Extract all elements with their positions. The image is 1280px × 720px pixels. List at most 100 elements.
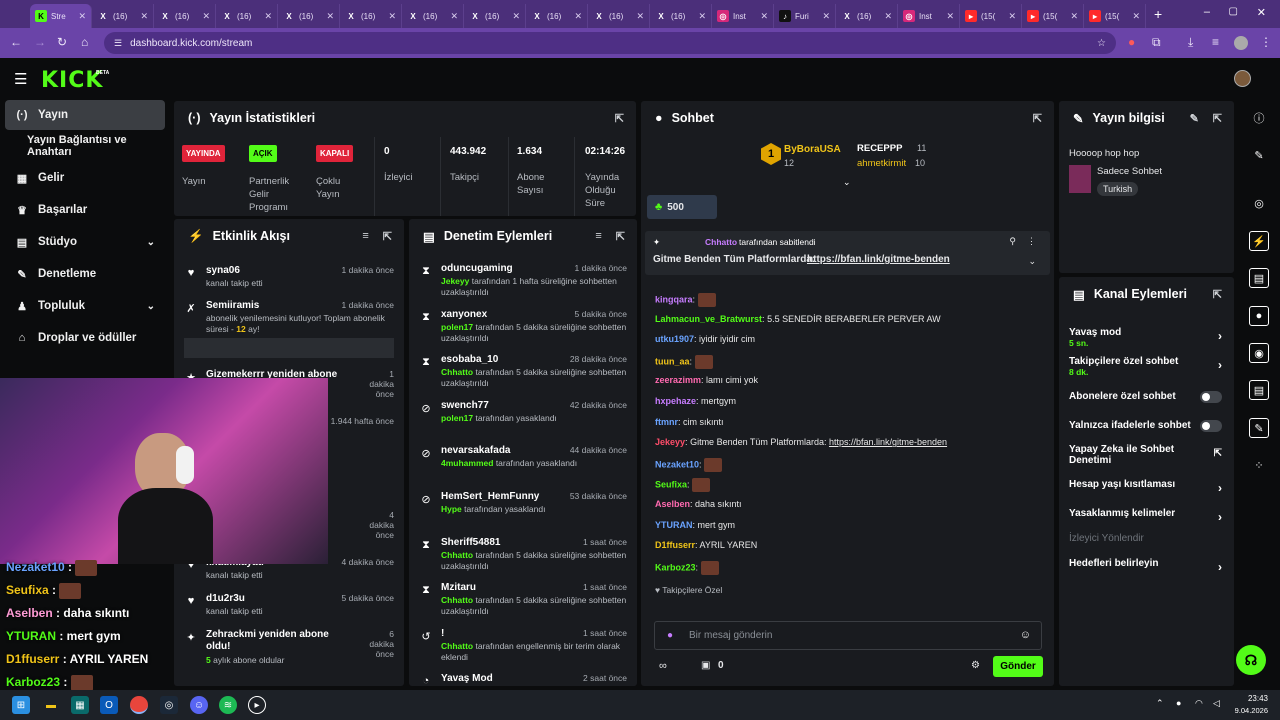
broadcast-shortcut-icon[interactable]: ◉ — [1249, 343, 1269, 363]
discord-icon[interactable]: ☺ — [190, 696, 208, 714]
browser-tab[interactable]: X (16) ✕ — [402, 4, 464, 28]
support-icon[interactable]: ☊ — [1236, 645, 1266, 675]
bookmark-star-icon[interactable]: ☆ — [1097, 38, 1106, 49]
browser-tab[interactable]: X (16) ✕ — [340, 4, 402, 28]
leader-name[interactable]: RECEPPP — [857, 143, 902, 154]
tools-shortcut-icon[interactable]: ✎ — [1249, 418, 1269, 438]
new-tab-button[interactable]: + — [1154, 6, 1162, 22]
chat-settings-icon[interactable]: ⚙ — [971, 660, 980, 671]
browser-tab[interactable]: ◎ Inst ✕ — [898, 4, 960, 28]
popout-icon[interactable]: ⇱ — [1213, 288, 1222, 301]
browser-tab[interactable]: ▸ (15(✕ — [960, 4, 1022, 28]
close-tab-icon[interactable]: ✕ — [636, 11, 644, 22]
chat-username[interactable]: Lahmacun_ve_Bratwurst — [655, 314, 762, 324]
chat-username[interactable]: Seufixa — [655, 480, 687, 490]
close-tab-icon[interactable]: ✕ — [884, 11, 892, 22]
chat-username[interactable]: zeerazimm — [655, 375, 701, 385]
sidebar-item-stream[interactable]: (·) Yayın — [5, 100, 165, 130]
filter-icon[interactable]: ≡ — [595, 230, 601, 243]
close-tab-icon[interactable]: ✕ — [760, 11, 768, 22]
close-tab-icon[interactable]: ✕ — [264, 11, 272, 22]
channel-shortcut-icon[interactable]: ▤ — [1249, 380, 1269, 400]
slow-mode-row[interactable]: Yavaş mod 5 sn. › — [1069, 327, 1222, 348]
outlook-icon[interactable]: O — [100, 696, 118, 714]
browser-tab[interactable]: X (16) ✕ — [216, 4, 278, 28]
chat-shortcut-icon[interactable]: ● — [1249, 306, 1269, 326]
chat-username[interactable]: Karboz23 — [655, 562, 696, 572]
back-icon[interactable]: ← — [10, 35, 22, 49]
ai-moderation-row[interactable]: Yapay Zeka ile Sohbet Denetimi ⇱ — [1069, 444, 1222, 466]
profile-avatar[interactable] — [1234, 36, 1248, 50]
chat-username[interactable]: hxpehaze — [655, 396, 696, 406]
window-close-button[interactable]: ✕ — [1257, 6, 1266, 19]
emote-chat-toggle[interactable] — [1200, 420, 1222, 432]
popout-icon[interactable]: ⇱ — [383, 230, 392, 243]
close-tab-icon[interactable]: ✕ — [450, 11, 458, 22]
close-tab-icon[interactable]: ✕ — [1008, 11, 1016, 22]
close-tab-icon[interactable]: ✕ — [946, 11, 954, 22]
pinned-by-user[interactable]: Chhatto — [705, 237, 737, 247]
browser-tab[interactable]: ♪ Furi ✕ — [774, 4, 836, 28]
goal-progress[interactable]: ♣ 500 — [647, 195, 717, 219]
close-tab-icon[interactable]: ✕ — [140, 11, 148, 22]
popout-icon[interactable]: ⇱ — [615, 112, 624, 125]
leader-name[interactable]: ByBoraUSA — [784, 144, 841, 155]
chat-username[interactable]: ftmnr — [655, 417, 678, 427]
tray-chevron-icon[interactable]: ⌃ — [1156, 698, 1164, 709]
popout-icon[interactable]: ⇱ — [616, 230, 625, 243]
close-tab-icon[interactable]: ✕ — [326, 11, 334, 22]
microphone-icon[interactable]: ● — [667, 630, 673, 641]
browser-tab[interactable]: X (16) ✕ — [588, 4, 650, 28]
download-icon[interactable]: ⤓ — [1188, 35, 1193, 50]
url-field[interactable]: ☰ dashboard.kick.com/stream ☆ — [104, 32, 1116, 54]
hamburger-menu-icon[interactable]: ☰ — [14, 70, 27, 88]
chrome-icon[interactable] — [130, 696, 148, 714]
close-tab-icon[interactable]: ✕ — [698, 11, 706, 22]
chevron-down-icon[interactable]: ⌄ — [1028, 256, 1036, 267]
sidebar-item-revenue[interactable]: ▦ Gelir — [5, 163, 165, 193]
close-tab-icon[interactable]: ✕ — [574, 11, 582, 22]
chat-link[interactable]: https://bfan.link/gitme-benden — [829, 437, 947, 447]
sidebar-item-moderation[interactable]: ✎ Denetleme — [5, 259, 165, 289]
sidebar-item-community[interactable]: ♟ Topluluk ⌄ — [5, 291, 165, 321]
browser-tab[interactable]: X (16) ✕ — [650, 4, 712, 28]
close-tab-icon[interactable]: ✕ — [1070, 11, 1078, 22]
window-minimize-button[interactable]: – — [1204, 6, 1210, 18]
sidebar-item-stream-key[interactable]: Yayın Bağlantısı ve Anahtarı — [5, 131, 165, 161]
chat-username[interactable]: tuun_aa — [655, 356, 690, 366]
steam-icon[interactable]: ◎ — [160, 696, 178, 714]
browser-tab[interactable]: X (16) ✕ — [92, 4, 154, 28]
account-age-row[interactable]: Hesap yaşı kısıtlaması › — [1069, 479, 1222, 495]
send-button[interactable]: Gönder — [993, 656, 1043, 677]
subs-chat-toggle[interactable] — [1200, 391, 1222, 403]
chat-username[interactable]: D1ffuserr — [655, 540, 695, 550]
kick-logo[interactable]: KICK — [41, 68, 103, 93]
reading-list-icon[interactable]: ≡ — [1212, 35, 1219, 49]
targets-row[interactable]: Hedefleri belirleyin › — [1069, 558, 1222, 574]
browser-tab[interactable]: K Stre ✕ — [30, 4, 92, 28]
expand-leaderboard-icon[interactable]: ⌄ — [843, 177, 851, 188]
edit-icon[interactable]: ✎ — [1249, 145, 1269, 165]
window-maximize-button[interactable]: ▢ — [1229, 6, 1238, 17]
sidebar-item-studio[interactable]: ▤ Stüdyo ⌄ — [5, 227, 165, 257]
banned-words-row[interactable]: Yasaklanmış kelimeler › — [1069, 508, 1222, 524]
shop-icon[interactable]: ▣ — [701, 660, 710, 671]
chat-username[interactable]: Nezaket10 — [655, 459, 699, 469]
volume-icon[interactable]: ◁ — [1213, 698, 1220, 709]
pinned-link[interactable]: https://bfan.link/gitme-benden — [807, 254, 950, 265]
extensions-puzzle-icon[interactable]: ⧉ — [1152, 35, 1161, 50]
chat-input[interactable]: ● Bir mesaj gönderin ☺ — [654, 621, 1042, 650]
close-tab-icon[interactable]: ✕ — [512, 11, 520, 22]
windows-start-icon[interactable]: ⊞ — [12, 696, 30, 714]
followers-chat-row[interactable]: Takipçilere özel sohbet 8 dk. › — [1069, 356, 1222, 377]
browser-tab[interactable]: X (16) ✕ — [464, 4, 526, 28]
chat-users-icon[interactable]: ∞ — [659, 660, 667, 672]
more-options-icon[interactable]: ⋮ — [1027, 236, 1036, 247]
close-tab-icon[interactable]: ✕ — [1132, 11, 1140, 22]
site-info-icon[interactable]: ☰ — [114, 38, 122, 49]
microphone-tray-icon[interactable]: ● — [1176, 698, 1181, 708]
add-widget-icon[interactable]: ⁘ — [1249, 455, 1269, 475]
chat-username[interactable]: Jekeyy — [655, 437, 685, 447]
close-tab-icon[interactable]: ✕ — [78, 11, 86, 22]
moderation-shortcut-icon[interactable]: ▤ — [1249, 268, 1269, 288]
